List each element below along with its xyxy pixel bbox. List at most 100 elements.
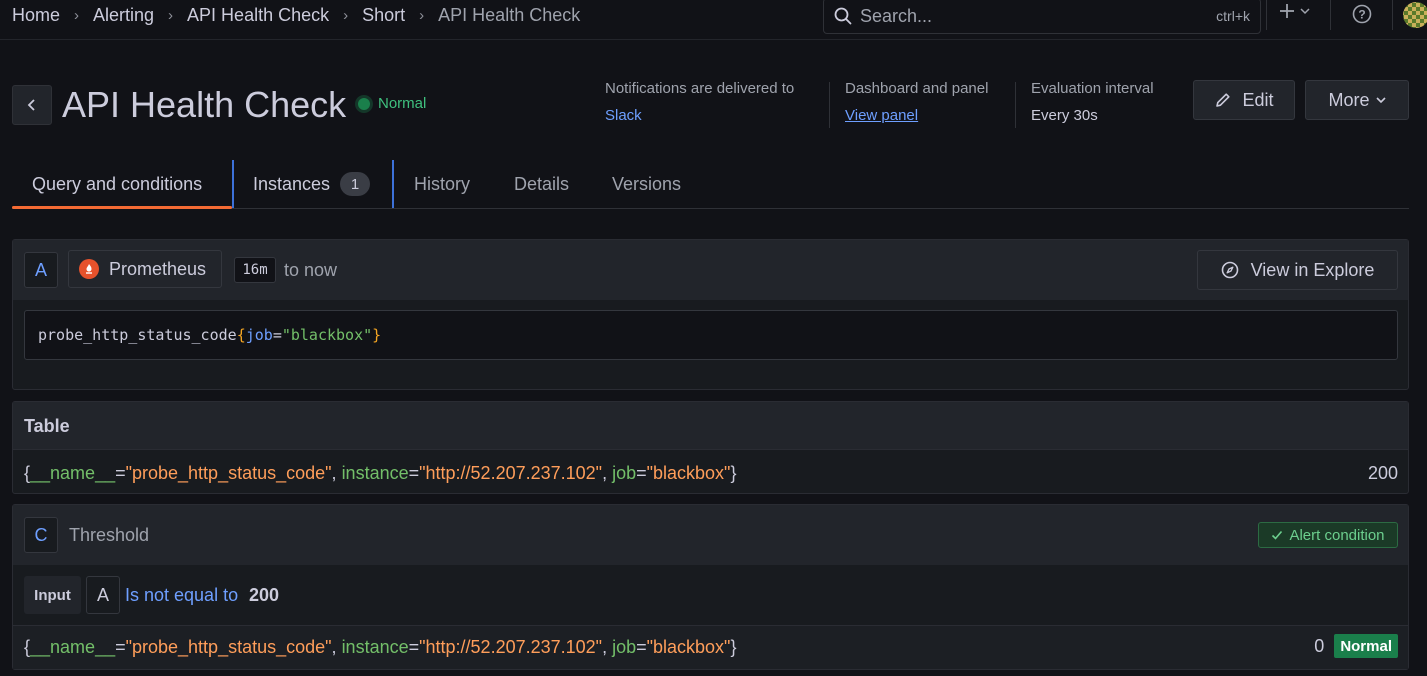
tab-query-and-conditions[interactable]: Query and conditions (32, 160, 202, 208)
datasource-name: Prometheus (109, 258, 207, 279)
search-shortcut: ctrl+k (1216, 8, 1250, 24)
prometheus-icon (79, 259, 99, 279)
new-menu-button[interactable] (1278, 2, 1310, 20)
equals: = (636, 637, 647, 657)
more-button-label: More (1328, 89, 1370, 110)
view-in-explore-button[interactable]: View in Explore (1197, 250, 1398, 290)
query-brace-close: } (372, 326, 382, 344)
result-series-labels: {__name__="probe_http_status_code", inst… (24, 637, 736, 658)
breadcrumb-home[interactable]: Home (12, 5, 60, 26)
top-bar: Home › Alerting › API Health Check › Sho… (0, 0, 1427, 40)
edit-button[interactable]: Edit (1193, 80, 1295, 120)
notifications-link[interactable]: Slack (605, 107, 794, 124)
breadcrumb-current: API Health Check (438, 4, 581, 25)
status-text: Normal (378, 95, 427, 112)
comma: , (602, 637, 613, 657)
notifications-label: Notifications are delivered to (605, 80, 795, 97)
table-panel: Table {__name__="probe_http_status_code"… (12, 401, 1409, 494)
label-value-name: "probe_http_status_code" (125, 637, 332, 657)
chevron-right-icon: › (74, 6, 80, 24)
input-ref-select[interactable]: A (86, 576, 120, 614)
query-label-value: "blackbox" (281, 326, 373, 344)
alert-condition-badge: Alert condition (1258, 522, 1398, 548)
label-key-job: job (612, 463, 637, 483)
threshold-ref-id: C (24, 517, 58, 553)
datasource-picker[interactable]: Prometheus (68, 250, 222, 288)
back-button[interactable] (12, 85, 52, 125)
focus-outline-right (392, 160, 394, 208)
status-dot-icon (358, 97, 370, 110)
equals: = (408, 463, 420, 483)
breadcrumb-rule[interactable]: API Health Check (187, 5, 329, 26)
query-brace-open: { (236, 326, 246, 344)
check-icon (1272, 530, 1283, 540)
comma: , (331, 463, 342, 483)
interval-label: Evaluation interval (1031, 80, 1154, 97)
alert-condition-label: Alert condition (1289, 526, 1385, 544)
search-icon (834, 7, 852, 25)
help-button[interactable]: ? (1352, 4, 1372, 29)
series-value: 200 (1367, 463, 1398, 483)
tab-label: Versions (612, 173, 682, 194)
label-value-job: "blackbox" (646, 637, 731, 657)
more-button[interactable]: More (1305, 80, 1409, 120)
chevron-right-icon: › (419, 6, 425, 24)
comma: , (331, 637, 342, 657)
query-editor[interactable]: probe_http_status_code{job = "blackbox"} (24, 310, 1398, 360)
label-value-job: "blackbox" (646, 463, 731, 483)
label-key-instance: instance (341, 463, 409, 483)
tab-label: Query and conditions (32, 173, 203, 194)
tab-details[interactable]: Details (514, 160, 569, 208)
chevron-down-icon (1300, 8, 1310, 15)
result-state-badge: Normal (1334, 634, 1398, 658)
tab-history[interactable]: History (414, 160, 470, 208)
tab-bar: Query and conditions Instances 1 History… (12, 160, 1409, 209)
brace-close: } (730, 463, 737, 483)
chevron-right-icon: › (168, 6, 174, 24)
avatar[interactable] (1403, 2, 1427, 28)
interval-meta: Evaluation interval Every 30s (1031, 80, 1154, 124)
divider (829, 82, 830, 128)
search-placeholder: Search... (860, 5, 933, 26)
equals: = (115, 463, 126, 483)
help-icon: ? (1352, 4, 1372, 24)
time-range-suffix: to now (284, 260, 338, 280)
threshold-value[interactable]: 200 (249, 585, 279, 606)
breadcrumb: Home › Alerting › API Health Check › Sho… (12, 0, 580, 30)
table-panel-title: Table (24, 416, 70, 436)
focus-outline-left (232, 160, 234, 208)
operator-select[interactable]: Is not equal to (125, 585, 238, 606)
pencil-icon (1216, 93, 1231, 107)
label-key-name: __name__ (30, 637, 116, 657)
svg-text:?: ? (1358, 8, 1365, 22)
tab-instances[interactable]: Instances 1 (253, 160, 371, 208)
dashboard-label: Dashboard and panel (845, 80, 989, 97)
view-in-explore-label: View in Explore (1250, 259, 1375, 280)
divider (1392, 0, 1393, 30)
label-key-name: __name__ (30, 463, 116, 483)
status-badge: Normal (358, 95, 426, 112)
time-range-badge: 16m (234, 257, 276, 283)
breadcrumb-alerting[interactable]: Alerting (93, 5, 154, 26)
compass-icon (1221, 261, 1238, 279)
page-title: API Health Check (62, 84, 347, 125)
breadcrumb-folder[interactable]: Short (362, 5, 405, 26)
threshold-panel: C Threshold Alert condition Input A Is n… (12, 504, 1409, 670)
tab-versions[interactable]: Versions (612, 160, 681, 208)
label-value-instance: "http://52.207.237.102" (419, 637, 603, 657)
tab-label: Instances (253, 173, 331, 194)
search-input[interactable]: Search... ctrl+k (823, 0, 1261, 34)
chevron-left-icon (27, 99, 35, 111)
chevron-down-icon (1375, 97, 1386, 104)
threshold-panel-header (13, 505, 1408, 565)
input-label: Input (24, 576, 81, 614)
divider (1330, 0, 1331, 30)
query-metric: probe_http_status_code (38, 326, 237, 344)
dashboard-meta: Dashboard and panel View panel (845, 80, 988, 124)
equals: = (115, 637, 126, 657)
tab-label: History (414, 173, 471, 194)
result-cell: 0 Normal (1314, 634, 1398, 658)
query-label-key: job (245, 326, 273, 344)
table-panel-header (13, 402, 1408, 450)
view-panel-link[interactable]: View panel (845, 107, 988, 124)
